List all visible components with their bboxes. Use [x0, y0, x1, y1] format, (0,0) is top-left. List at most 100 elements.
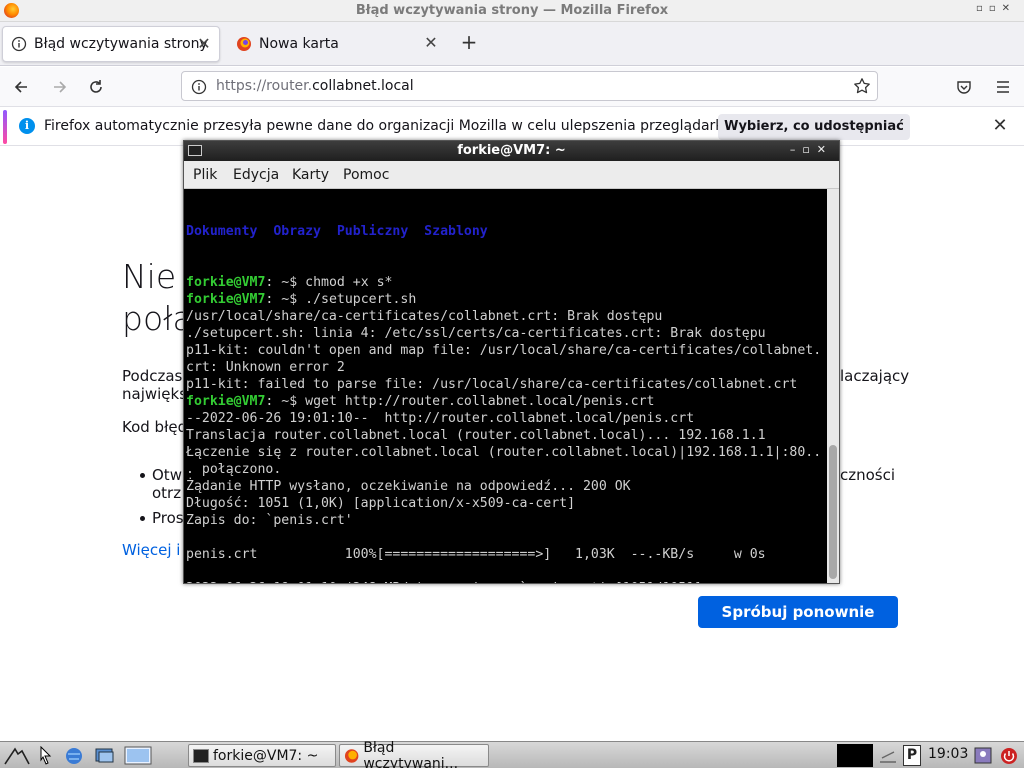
- menu-karty[interactable]: Karty: [292, 167, 329, 183]
- command-text: ./setupcert.sh: [305, 292, 417, 307]
- terminal-titlebar[interactable]: forkie@VM7: ~ –▫✕: [184, 141, 839, 161]
- scrollbar-thumb[interactable]: [829, 445, 837, 579]
- new-tab-button[interactable]: +: [460, 30, 478, 54]
- terminal-output[interactable]: Dokumenty Obrazy Publiczny Szablony fork…: [186, 189, 826, 583]
- terminal-output-line: /usr/local/share/ca-certificates/collabn…: [186, 308, 826, 325]
- forward-button[interactable]: [47, 74, 73, 100]
- terminal-output-line: --2022-06-26 19:01:10-- http://router.co…: [186, 410, 826, 427]
- bullet-dot: [140, 516, 145, 521]
- suggestion-1-right: czności: [840, 466, 896, 484]
- maximize-icon[interactable]: ▫: [802, 143, 816, 156]
- command-text: chmod +x s*: [305, 275, 393, 290]
- network-icon[interactable]: [878, 746, 898, 765]
- prompt-user-host: forkie@VM7: [186, 275, 266, 290]
- terminal-output-line: Żądanie HTTP wysłano, oczekiwanie na odp…: [186, 478, 826, 495]
- power-icon[interactable]: [999, 746, 1019, 765]
- terminal-command-line: forkie@VM7: ~$ chmod +x s*: [186, 274, 826, 291]
- start-menu-icon[interactable]: [4, 746, 30, 765]
- prompt-user-host: forkie@VM7: [186, 394, 266, 409]
- menu-edycja[interactable]: Edycja: [233, 167, 279, 183]
- tab-error-page[interactable]: Błąd wczytywania strony ✕: [2, 26, 220, 62]
- output-text: . połączono.: [186, 462, 282, 477]
- terminal-command-line: forkie@VM7: ~$ ./setupcert.sh: [186, 291, 826, 308]
- terminal-command-line: forkie@VM7: ~$ wget http://router.collab…: [186, 393, 826, 410]
- learn-more-link[interactable]: Więcej i: [122, 541, 180, 559]
- file-manager-icon[interactable]: [94, 746, 114, 765]
- terminal-output-line: 2022-06-26 19:01:10 (248 MB/s) - zapisan…: [186, 580, 826, 583]
- menu-pomoc[interactable]: Pomoc: [343, 167, 389, 183]
- window-title: Błąd wczytywania strony — Mozilla Firefo…: [355, 3, 669, 18]
- terminal-output-line: p11-kit: failed to parse file: /usr/loca…: [186, 376, 826, 393]
- pocket-button[interactable]: [951, 74, 977, 100]
- url-bar[interactable]: https://router.collabnet.local: [181, 71, 878, 101]
- description-text-right: laczający: [840, 367, 910, 385]
- minimize-icon[interactable]: ▫: [976, 3, 989, 14]
- terminal-menubar: Plik Edycja Karty Pomoc: [184, 161, 839, 189]
- menu-plik[interactable]: Plik: [193, 167, 217, 183]
- output-text: Translacja router.collabnet.local (route…: [186, 428, 766, 443]
- suggestion-1-line1: Otw: [152, 466, 182, 484]
- reload-button[interactable]: [83, 74, 109, 100]
- mouse-pointer-icon: [40, 745, 60, 765]
- terminal-output-line: Zapis do: `penis.crt': [186, 512, 826, 529]
- notification-text: Firefox automatycznie przesyła pewne dan…: [44, 118, 732, 134]
- window-titlebar: Błąd wczytywania strony — Mozilla Firefo…: [0, 0, 1024, 22]
- prompt-dollar: $: [289, 292, 306, 307]
- output-text: --2022-06-26 19:01:10-- http://router.co…: [186, 411, 695, 426]
- pocket-icon: [957, 81, 971, 94]
- terminal-output-line: p11-kit: couldn't open and map file: /us…: [186, 342, 826, 359]
- output-text: Zapis do: `penis.crt': [186, 513, 353, 528]
- firefox-icon: [344, 748, 359, 763]
- taskbar-terminal-task[interactable]: forkie@VM7: ~: [188, 744, 336, 767]
- terminal-output-line: crt: Unknown error 2: [186, 359, 826, 376]
- command-text: wget http://router.collabnet.local/penis…: [305, 394, 655, 409]
- back-button[interactable]: [8, 74, 34, 100]
- terminal-output-line: penis.crt 100%[===================>] 1,0…: [186, 546, 826, 563]
- site-info-icon[interactable]: [191, 79, 207, 99]
- prompt-separator: :: [265, 394, 282, 409]
- taskbar-firefox-task[interactable]: Błąd wczytywani...: [339, 740, 489, 768]
- hamburger-menu-icon: [997, 81, 1009, 93]
- close-tab-icon[interactable]: ✕: [422, 34, 440, 52]
- prompt-separator: :: [265, 292, 282, 307]
- prompt-dollar: $: [289, 275, 306, 290]
- close-window-icon[interactable]: ✕: [1002, 3, 1016, 14]
- url-prefix: https://router.: [216, 78, 313, 94]
- tray-app-icon[interactable]: P: [903, 745, 921, 766]
- prompt-dollar: $: [289, 394, 306, 409]
- close-window-icon[interactable]: ✕: [817, 143, 833, 156]
- close-notification-icon[interactable]: ✕: [990, 116, 1010, 136]
- info-icon: [11, 36, 27, 52]
- taskbar: forkie@VM7: ~ Błąd wczytywani... P 19:03: [0, 740, 1024, 768]
- menu-button[interactable]: [990, 74, 1016, 100]
- window-controls[interactable]: ▫▫✕: [976, 3, 1016, 14]
- user-icon[interactable]: [973, 746, 993, 765]
- tab-label: Nowa karta: [259, 36, 339, 52]
- maximize-icon[interactable]: ▫: [989, 3, 1002, 14]
- arrow-left-icon: [14, 81, 27, 93]
- navigation-toolbar: https://router.collabnet.local: [0, 67, 1024, 107]
- terminal-output-line: Translacja router.collabnet.local (route…: [186, 427, 826, 444]
- clock[interactable]: 19:03: [928, 746, 968, 762]
- output-text: Długość: 1051 (1,0K) [application/x-x509…: [186, 496, 576, 511]
- close-tab-icon[interactable]: ✕: [195, 35, 213, 53]
- tab-new-tab[interactable]: Nowa karta ✕: [228, 26, 446, 62]
- output-text: ./setupcert.sh: linia 4: /etc/ssl/certs/…: [186, 326, 766, 341]
- firefox-icon: [236, 36, 252, 52]
- terminal-output-line: Długość: 1051 (1,0K) [application/x-x509…: [186, 495, 826, 512]
- desktop-icon[interactable]: [124, 746, 152, 765]
- url-text[interactable]: https://router.collabnet.local: [216, 78, 414, 94]
- output-text: /usr/local/share/ca-certificates/collabn…: [186, 309, 663, 324]
- tray-monitor-icon[interactable]: [837, 744, 873, 767]
- minimize-icon[interactable]: –: [790, 143, 803, 156]
- output-text: p11-kit: couldn't open and map file: /us…: [186, 343, 822, 358]
- choose-sharing-button[interactable]: Wybierz, co udostępniać: [718, 114, 910, 140]
- terminal-window-controls[interactable]: –▫✕: [790, 143, 833, 156]
- ls-output-text: Dokumenty Obrazy Publiczny Szablony: [186, 224, 488, 239]
- terminal-window[interactable]: forkie@VM7: ~ –▫✕ Plik Edycja Karty Pomo…: [183, 140, 840, 584]
- terminal-scrollbar[interactable]: [827, 189, 839, 583]
- browser-launcher-icon[interactable]: [64, 746, 84, 765]
- bookmark-star-icon[interactable]: [853, 77, 871, 99]
- try-again-button[interactable]: Spróbuj ponownie: [698, 596, 898, 628]
